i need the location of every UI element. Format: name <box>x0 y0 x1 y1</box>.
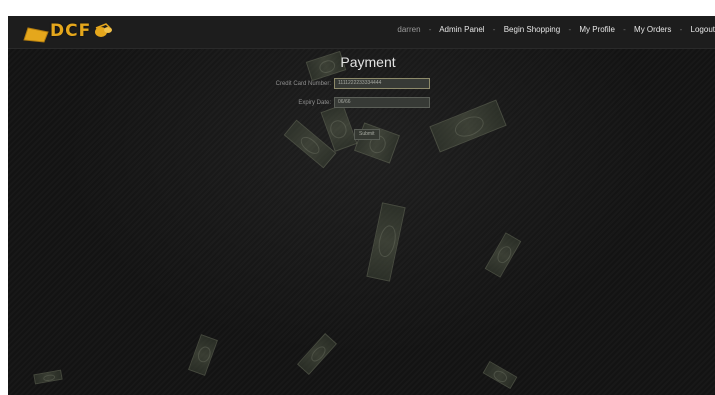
background-money-bill <box>366 202 406 282</box>
page-title: Payment <box>340 54 396 70</box>
nav-separator: - <box>623 25 626 34</box>
nav-my-profile-link[interactable]: My Profile <box>579 25 615 34</box>
background-money-bill <box>484 232 522 278</box>
nav-links: darren - Admin Panel - Begin Shopping - … <box>397 25 715 34</box>
expiry-date-label: Expiry Date: <box>298 100 331 106</box>
nav-admin-panel-link[interactable]: Admin Panel <box>439 25 484 34</box>
expiry-date-input[interactable]: 06/66 <box>334 97 430 108</box>
nav-begin-shopping-link[interactable]: Begin Shopping <box>504 25 561 34</box>
background-money-bill <box>188 334 218 376</box>
browser-viewport: DCF darren - Admin Panel - Begin Shoppin… <box>8 16 715 395</box>
submit-button[interactable]: Submit <box>354 129 380 140</box>
nav-logout-link[interactable]: Logout <box>691 25 715 34</box>
logo-text: DCF <box>50 21 92 41</box>
card-number-input[interactable]: 1111222233334444 <box>334 78 430 89</box>
background-money-bill <box>33 369 63 385</box>
card-number-label: Credit Card Number: <box>275 81 331 87</box>
nav-separator: - <box>568 25 572 34</box>
nav-separator: - <box>679 25 683 34</box>
background-money-bill <box>482 360 518 390</box>
site-logo[interactable]: DCF <box>22 20 142 44</box>
top-navbar: DCF darren - Admin Panel - Begin Shoppin… <box>8 16 715 49</box>
nav-separator: - <box>428 25 432 34</box>
background-money-bill <box>429 99 507 153</box>
nav-separator: - <box>492 25 496 34</box>
nav-my-orders-link[interactable]: My Orders <box>634 25 671 34</box>
background-money-bill <box>297 333 337 375</box>
nav-username: darren <box>397 25 421 34</box>
